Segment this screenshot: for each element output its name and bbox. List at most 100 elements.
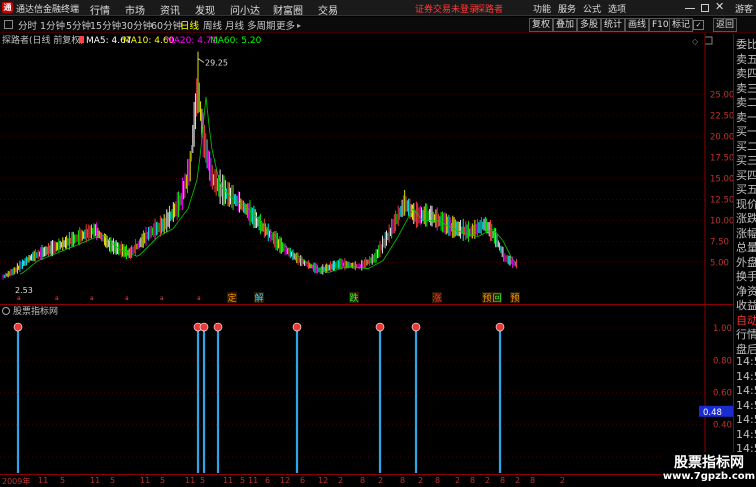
period-tab-8[interactable]: 月线 <box>225 18 244 32</box>
side-panel-item[interactable]: 14:50 <box>736 370 756 383</box>
indicator-pane[interactable]: 股票指标网 1.000.800.600.400.200.48 <box>0 304 733 475</box>
menu-market[interactable]: 市场 <box>125 2 145 17</box>
signal-dot-icon <box>13 322 23 332</box>
y-tick-label: 25.00 <box>710 90 733 100</box>
watermark-title: 股票指标网 <box>674 455 744 471</box>
signal-badge-2[interactable]: 跌 <box>350 293 359 304</box>
ma-label-3: MA60: 5.20 <box>210 36 262 46</box>
date-tick: 5 <box>200 476 206 485</box>
mark-button[interactable]: 标记 <box>669 18 694 32</box>
date-axis: 2009年 11 5 11 5 11 5 11 5 11 5 11 6 12 6 12 2 8 2 8 2 8 2 8 2 8 2 8… <box>0 474 733 487</box>
adjust-button[interactable]: 复权 <box>529 18 554 32</box>
svg-text:◇: ◇ <box>692 37 699 46</box>
date-tick: 11 <box>140 476 151 485</box>
menu-discover[interactable]: 发现 <box>195 2 215 17</box>
date-tick: 6 <box>265 476 271 485</box>
date-tick: 8 <box>470 476 476 485</box>
indicator-settings-icon[interactable] <box>2 307 10 315</box>
date-tick: 8 <box>435 476 441 485</box>
ma-settings-icon[interactable] <box>79 36 84 43</box>
statistics-button[interactable]: 统计 <box>601 18 626 32</box>
signal-badge-3[interactable]: 涨 <box>433 293 442 304</box>
sub-y-tick-label: 1.00 <box>713 324 732 334</box>
period-tab-0[interactable]: 分时 <box>18 18 37 32</box>
date-tick: 8 <box>400 476 406 485</box>
period-tab-6[interactable]: 日线 <box>180 18 199 32</box>
period-tab-7[interactable]: 周线 <box>203 18 222 32</box>
watermark-url: www.7gpzb.com <box>662 471 756 482</box>
date-tick: 11 <box>248 476 259 485</box>
expand-icon[interactable] <box>704 36 713 45</box>
stock-link[interactable]: 探路者 <box>476 2 503 15</box>
signal-dot-icon <box>375 322 385 332</box>
close-icon[interactable]: ✕ <box>715 0 724 13</box>
period-tab-3[interactable]: 15分钟 <box>90 18 121 32</box>
ma60-line <box>19 96 516 275</box>
date-tick: 12 <box>318 476 329 485</box>
date-tick: 12 <box>280 476 291 485</box>
period-tab-5[interactable]: 60分钟 <box>151 18 182 32</box>
side-panel-item[interactable]: 14:50 <box>736 428 756 441</box>
period-tab-1[interactable]: 1分钟 <box>40 18 65 32</box>
menu-options[interactable]: 选项 <box>608 2 626 15</box>
date-tick: 5 <box>110 476 116 485</box>
y-tick-label: 22.50 <box>710 111 733 121</box>
sub-y-tick-label: 0.60 <box>713 388 732 398</box>
signal-dot-icon <box>213 322 223 332</box>
back-button[interactable]: 返回 <box>713 18 738 32</box>
signal-badge-5[interactable]: 回 <box>493 293 502 304</box>
side-panel-item[interactable]: 14:50 <box>736 384 756 397</box>
current-value-label: 0.48 <box>703 408 722 418</box>
sub-y-tick-label: 0.80 <box>713 356 732 366</box>
menu-service[interactable]: 服务 <box>558 2 576 15</box>
sub-y-tick-label: 0.40 <box>713 421 732 431</box>
y-tick-label: 17.50 <box>710 153 733 163</box>
auto-select-icon[interactable]: ✓ <box>693 20 704 30</box>
side-panel-item[interactable]: 14:50 <box>736 355 756 368</box>
signal-badge-0[interactable]: 定 <box>228 292 237 304</box>
signal-badge-4[interactable]: 预 <box>483 293 492 304</box>
indicator-chart[interactable]: 股票指标网 1.000.800.600.400.200.48 <box>0 305 733 475</box>
small-signal-mark: a <box>90 295 94 302</box>
side-panel-item[interactable]: 14:50 <box>736 399 756 412</box>
menu-trade[interactable]: 交易 <box>318 2 338 17</box>
small-signal-mark: a <box>55 295 59 302</box>
user-label[interactable]: 游客 <box>735 2 753 15</box>
period-tab-10[interactable]: 更多 <box>276 18 295 32</box>
collapse-icon[interactable]: ◇ <box>692 37 699 46</box>
kline-chart-pane[interactable]: 探路者(日线 前复权) MA5: 4.67 MA10: 4.60 MA20: 4.7… <box>0 34 733 304</box>
menu-function[interactable]: 功能 <box>533 2 551 15</box>
signal-dot-icon <box>495 322 505 332</box>
overlay-button[interactable]: 叠加 <box>553 18 578 32</box>
side-panel-item[interactable]: 14:50 <box>736 413 756 426</box>
indicator-name[interactable]: 股票指标网 <box>13 305 58 317</box>
layout-grid-icon[interactable] <box>4 20 13 29</box>
more-arrow-icon[interactable]: ▸ <box>297 21 301 30</box>
multi-stock-button[interactable]: 多股 <box>577 18 602 32</box>
signal-badge-6[interactable]: 预 <box>511 293 520 304</box>
period-tab-9[interactable]: 多周期 <box>247 18 276 32</box>
period-tab-4[interactable]: 30分钟 <box>121 18 152 32</box>
menu-wenxiaoda[interactable]: 问小达 <box>230 2 260 17</box>
high-price-label: 29.25 <box>205 59 228 68</box>
menu-news[interactable]: 资讯 <box>160 2 180 17</box>
login-warning[interactable]: 证券交易未登录 <box>415 2 478 15</box>
menu-wealth-circle[interactable]: 财富圈 <box>273 2 303 17</box>
small-signal-mark: a <box>125 295 129 302</box>
signal-dot-icon <box>199 322 209 332</box>
quote-side-panel[interactable]: 委比 卖五 卖四 卖三 卖二 卖一 买一 买二 买三 买四 买五 现价 涨跌 涨幅 总量 外盘 换手 净资 收益 自动… <box>733 34 756 487</box>
kline-chart[interactable]: 探路者(日线 前复权) MA5: 4.67MA10: 4.60MA20: 4.7… <box>0 34 733 304</box>
date-tick: 5 <box>160 476 166 485</box>
date-tick: 11 <box>185 476 196 485</box>
draw-line-button[interactable]: 画线 <box>625 18 650 32</box>
period-tab-2[interactable]: 5分钟 <box>66 18 91 32</box>
ma-legend: MA5: 4.67MA10: 4.60MA20: 4.71MA60: 5.20 <box>79 36 262 46</box>
date-tick: 5 <box>240 476 246 485</box>
menu-quotes[interactable]: 行情 <box>90 2 110 17</box>
date-tick: 2 <box>378 476 384 485</box>
signal-badge-1[interactable]: 解 <box>255 292 264 304</box>
small-signal-mark: a <box>17 295 21 302</box>
minimize-icon[interactable] <box>685 8 695 9</box>
maximize-icon[interactable] <box>701 4 709 12</box>
menu-formula[interactable]: 公式 <box>583 2 601 15</box>
